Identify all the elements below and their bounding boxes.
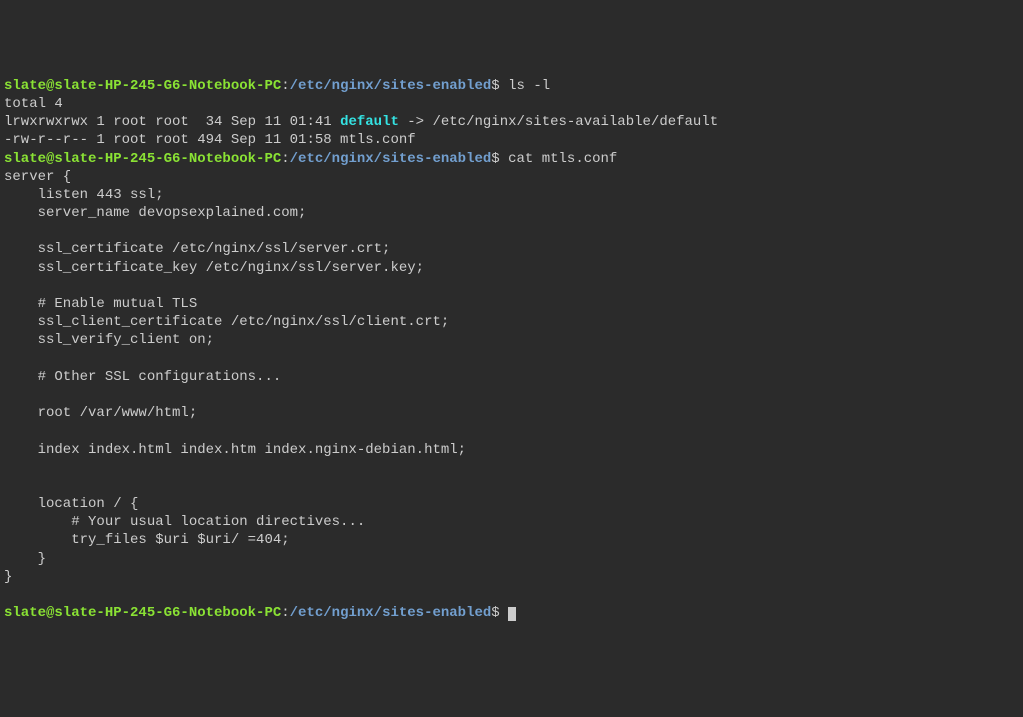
cat-output: server { listen 443 ssl; server_name dev… [4,169,466,585]
prompt-dollar: $ [491,151,499,167]
prompt-user: slate@slate-HP-245-G6-Notebook-PC [4,78,281,94]
ls-line1b: -> /etc/nginx/sites-available/default [399,114,718,130]
prompt-user: slate@slate-HP-245-G6-Notebook-PC [4,605,281,621]
ls-total: total 4 [4,96,63,112]
prompt-colon: : [281,151,289,167]
prompt-user: slate@slate-HP-245-G6-Notebook-PC [4,151,281,167]
command-1: ls -l [508,78,550,94]
cursor[interactable] [508,607,516,621]
terminal-output: slate@slate-HP-245-G6-Notebook-PC:/etc/n… [4,77,1019,623]
prompt-dollar: $ [491,78,499,94]
prompt-path: /etc/nginx/sites-enabled [290,605,492,621]
symlink-name: default [340,114,399,130]
prompt-path: /etc/nginx/sites-enabled [290,78,492,94]
command-2: cat mtls.conf [508,151,617,167]
prompt-dollar: $ [491,605,499,621]
prompt-colon: : [281,605,289,621]
ls-line1a: lrwxrwxrwx 1 root root 34 Sep 11 01:41 [4,114,340,130]
prompt-path: /etc/nginx/sites-enabled [290,151,492,167]
ls-line2: -rw-r--r-- 1 root root 494 Sep 11 01:58 … [4,132,416,148]
prompt-colon: : [281,78,289,94]
